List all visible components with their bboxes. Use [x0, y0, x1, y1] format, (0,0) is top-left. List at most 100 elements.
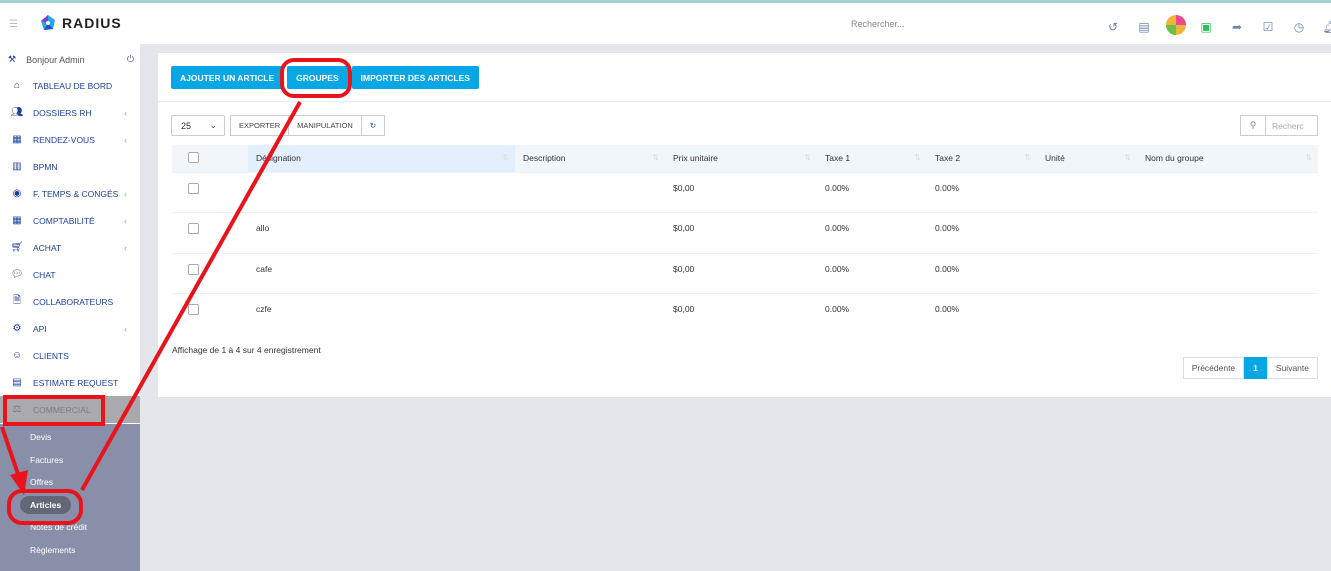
table-cell: $0,00: [665, 171, 817, 213]
refresh-button[interactable]: ↻: [361, 115, 386, 136]
column-header-groupe[interactable]: Nom du groupe ⇅: [1137, 145, 1318, 172]
table-cell: 0.00%: [817, 252, 927, 294]
sidebar-item-chat[interactable]: 💬︎ CHAT: [0, 261, 140, 288]
sidebar-item-label: RENDEZ-VOUS: [33, 134, 95, 145]
sidebar-item-comptabilite[interactable]: ▦ COMPTABILITÉ ‹: [0, 207, 140, 234]
submenu-notes-de-credit[interactable]: Notes de crédit: [0, 516, 140, 539]
home-icon: ⌂: [13, 80, 21, 91]
groups-button[interactable]: GROUPES: [287, 66, 348, 89]
power-icon[interactable]: ⏻: [127, 54, 134, 65]
table-cell: [515, 293, 665, 334]
table-cell: allo: [248, 212, 515, 253]
sidebar-item-label: API: [33, 323, 47, 334]
column-header-description[interactable]: Description ⇅: [515, 145, 665, 172]
row-checkbox[interactable]: [188, 182, 199, 194]
column-header-unite[interactable]: Unité ⇅: [1037, 145, 1137, 172]
history-icon[interactable]: ↺: [1104, 20, 1122, 34]
sort-icon: ⇅: [1024, 153, 1031, 163]
sidebar-item-bpmn[interactable]: ▥ BPMN: [0, 153, 140, 180]
add-article-button[interactable]: AJOUTER UN ARTICLE: [171, 66, 284, 89]
row-checkbox[interactable]: [188, 304, 199, 315]
chat-user-icon[interactable]: ▣: [1197, 20, 1215, 34]
sidebar-item-clients[interactable]: ☺ CLIENTS: [0, 342, 140, 369]
column-header-designation[interactable]: Désignation ⇅: [248, 145, 515, 172]
menu-toggle-icon[interactable]: ☰: [9, 19, 18, 30]
submenu-devis[interactable]: Devis: [0, 426, 140, 449]
color-wheel-icon[interactable]: [1166, 15, 1186, 38]
select-all-checkbox[interactable]: [188, 151, 199, 163]
page-size-value: 25: [181, 120, 192, 131]
table-row[interactable]: cafe $0,00 0.00% 0.00%: [172, 252, 1318, 294]
sidebar-item-temps-conges[interactable]: ◉ F. TEMPS & CONGÉS ‹: [0, 180, 140, 207]
sidebar-item-dossiers-rh[interactable]: 👥︎ DOSSIERS RH ‹: [0, 99, 140, 126]
radius-logo-icon: [41, 15, 55, 30]
column-label: Prix unitaire: [673, 153, 718, 164]
page-size-select[interactable]: 25 ⌄: [171, 115, 225, 136]
submenu-offres[interactable]: Offres: [0, 471, 140, 494]
table-cell: [248, 171, 515, 213]
submenu-reglements[interactable]: Règlements: [0, 539, 140, 562]
table-cell: [1037, 252, 1137, 294]
sidebar-item-commercial[interactable]: ⚖ COMMERCIAL ⌄: [0, 396, 140, 423]
table-cell: $0,00: [665, 293, 817, 334]
sort-icon: ⇅: [1124, 153, 1131, 163]
row-select-cell: [172, 212, 248, 253]
sidebar-item-rendez-vous[interactable]: ▦ RENDEZ-VOUS ‹: [0, 126, 140, 153]
submenu-articles[interactable]: Articles: [0, 494, 140, 517]
row-checkbox[interactable]: [188, 263, 199, 275]
checkbox-icon[interactable]: ☑: [1259, 20, 1277, 34]
share-icon[interactable]: ➦: [1228, 20, 1246, 34]
sidebar-item-label: COMPTABILITÉ: [33, 215, 95, 226]
table-cell: $0,00: [665, 212, 817, 253]
previous-page-button[interactable]: Précédente: [1182, 357, 1245, 379]
sidebar-item-api[interactable]: ⚙ API ‹: [0, 315, 140, 342]
sidebar-item-label: F. TEMPS & CONGÉS: [33, 188, 119, 199]
sidebar-item-tableau-de-bord[interactable]: ⌂ TABLEAU DE BORD: [0, 72, 140, 99]
next-page-button[interactable]: Suivante: [1266, 357, 1318, 379]
brand-name: RADIUS: [62, 15, 122, 31]
table-search[interactable]: ⚲ Recherc: [1240, 115, 1318, 136]
sidebar-item-achat[interactable]: 🛒︎ ACHAT ‹: [0, 234, 140, 261]
search-icon: ⚲: [1240, 115, 1266, 136]
column-label: Désignation: [256, 153, 301, 164]
table-cell: 0.00%: [927, 212, 1037, 253]
current-page-button[interactable]: 1: [1244, 357, 1267, 379]
table-cell: 0.00%: [817, 212, 927, 253]
row-select-cell: [172, 293, 248, 334]
table-row[interactable]: $0,00 0.00% 0.00%: [172, 171, 1318, 213]
table-row[interactable]: allo $0,00 0.00% 0.00%: [172, 212, 1318, 253]
chevron-left-icon: ‹: [124, 242, 127, 253]
cart-icon: 🛒︎: [10, 242, 24, 253]
table-cell: czfe: [248, 293, 515, 334]
bell-icon[interactable]: 🔔︎: [1321, 20, 1331, 34]
table-cell: 0.00%: [927, 171, 1037, 213]
calendar-icon: ▦: [12, 134, 22, 145]
table-search-input[interactable]: Recherc: [1266, 115, 1318, 136]
manipulation-button[interactable]: MANIPULATION: [289, 115, 362, 136]
chevron-left-icon: ‹: [124, 323, 127, 334]
table-cell: [515, 252, 665, 294]
divider: [158, 101, 1331, 102]
logo[interactable]: RADIUS: [38, 13, 122, 33]
clock-icon[interactable]: ◷: [1290, 20, 1308, 34]
sort-icon: ⇅: [502, 153, 509, 163]
articles-panel: AJOUTER UN ARTICLE GROUPES IMPORTER DES …: [158, 53, 1331, 397]
column-header-taxe1[interactable]: Taxe 1 ⇅: [817, 145, 927, 172]
import-articles-button[interactable]: IMPORTER DES ARTICLES: [351, 66, 479, 89]
sidebar-item-collaborateurs[interactable]: 🗎 COLLABORATEURS: [0, 288, 140, 315]
user-icon: ☺: [11, 350, 23, 361]
id-card-icon[interactable]: ▤: [1135, 20, 1153, 34]
sidebar-item-estimate-request[interactable]: ▤ ESTIMATE REQUEST: [0, 369, 140, 396]
global-search-input[interactable]: Rechercher...: [851, 19, 905, 29]
table-cell: 0.00%: [927, 252, 1037, 294]
sort-icon: ⇅: [1305, 153, 1312, 163]
column-label: Description: [523, 153, 566, 164]
submenu-factures[interactable]: Factures: [0, 449, 140, 472]
row-checkbox[interactable]: [188, 223, 199, 234]
table-row[interactable]: czfe $0,00 0.00% 0.00%: [172, 293, 1318, 334]
chevron-down-icon: ⌄: [209, 120, 217, 130]
column-header-prix[interactable]: Prix unitaire ⇅: [665, 145, 817, 172]
chat-icon: 💬︎: [10, 269, 24, 280]
column-header-taxe2[interactable]: Taxe 2 ⇅: [927, 145, 1037, 172]
export-button[interactable]: EXPORTER: [230, 115, 290, 136]
